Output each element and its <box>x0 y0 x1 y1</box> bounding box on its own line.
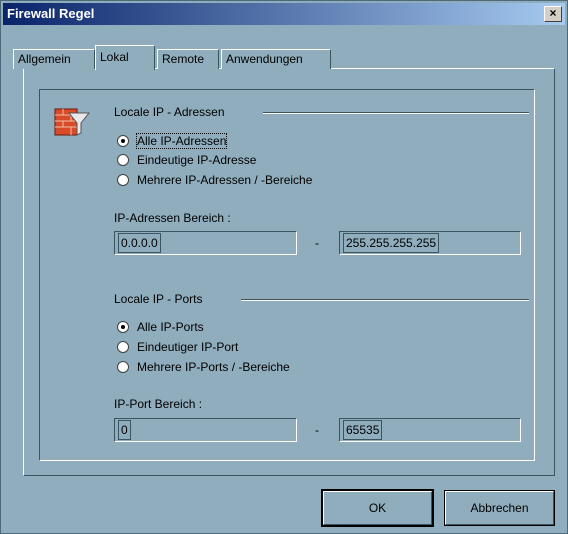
range-separator: - <box>315 423 319 437</box>
radio-label: Mehrere IP-Adressen / -Bereiche <box>137 173 313 187</box>
port-range-label: IP-Port Bereich : <box>114 397 203 411</box>
ip-port-group-title: Locale IP - Ports <box>114 292 203 306</box>
range-separator: - <box>315 236 319 250</box>
port-range-to-input[interactable]: 65535 <box>339 418 521 442</box>
close-icon: × <box>549 6 557 20</box>
radio-label: Eindeutiger IP-Port <box>137 340 239 354</box>
ip-group-divider <box>263 112 529 114</box>
tab-label: Lokal <box>100 50 129 64</box>
ok-label: OK <box>368 501 387 515</box>
radio-button[interactable] <box>117 174 129 186</box>
ip-range-to-input[interactable]: 255.255.255.255 <box>339 231 521 255</box>
radio-button[interactable] <box>117 321 129 333</box>
port-group-divider <box>241 299 529 301</box>
radio-label: Mehrere IP-Ports / -Bereiche <box>137 360 290 374</box>
port-range-from-input[interactable]: 0 <box>114 418 297 442</box>
radio-all-ip-addresses[interactable]: Alle IP-Adressen <box>117 132 228 150</box>
ok-button[interactable]: OK <box>321 489 434 527</box>
firewall-filter-icon <box>54 108 91 136</box>
cancel-label: Abbrechen <box>470 501 529 515</box>
tab-anwendungen[interactable]: Anwendungen <box>221 49 331 69</box>
input-value: 0 <box>118 420 131 440</box>
radio-label: Eindeutige IP-Adresse <box>137 153 257 167</box>
title-bar: Firewall Regel × <box>3 3 565 25</box>
radio-all-ip-ports[interactable]: Alle IP-Ports <box>117 318 204 336</box>
radio-multiple-ip-addresses[interactable]: Mehrere IP-Adressen / -Bereiche <box>117 171 312 189</box>
tab-label: Anwendungen <box>226 52 303 66</box>
window-title: Firewall Regel <box>7 6 95 21</box>
radio-button[interactable] <box>117 341 129 353</box>
input-value: 65535 <box>343 420 383 440</box>
radio-unique-ip-address[interactable]: Eindeutige IP-Adresse <box>117 151 256 169</box>
close-button[interactable]: × <box>544 6 562 22</box>
radio-label: Alle IP-Ports <box>137 320 204 334</box>
input-value: 0.0.0.0 <box>118 233 161 253</box>
radio-button[interactable] <box>117 135 129 147</box>
tab-label: Allgemein <box>18 52 71 66</box>
radio-unique-ip-port[interactable]: Eindeutiger IP-Port <box>117 338 238 356</box>
tab-lokal[interactable]: Lokal <box>95 45 155 70</box>
radio-button[interactable] <box>117 154 129 166</box>
tab-label: Remote <box>162 52 205 66</box>
cancel-button[interactable]: Abbrechen <box>444 490 555 526</box>
ip-address-group-title: Locale IP - Adressen <box>114 105 225 119</box>
firewall-rule-dialog: Firewall Regel × Allgemein Lokal Remote … <box>0 0 568 534</box>
input-value: 255.255.255.255 <box>343 233 440 253</box>
radio-multiple-ip-ports[interactable]: Mehrere IP-Ports / -Bereiche <box>117 358 290 376</box>
radio-button[interactable] <box>117 361 129 373</box>
radio-label: Alle IP-Adressen <box>135 133 228 149</box>
tab-remote[interactable]: Remote <box>157 49 219 69</box>
ip-range-from-input[interactable]: 0.0.0.0 <box>114 231 297 255</box>
ip-range-label: IP-Adressen Bereich : <box>114 211 231 225</box>
tab-allgemein[interactable]: Allgemein <box>13 49 95 69</box>
